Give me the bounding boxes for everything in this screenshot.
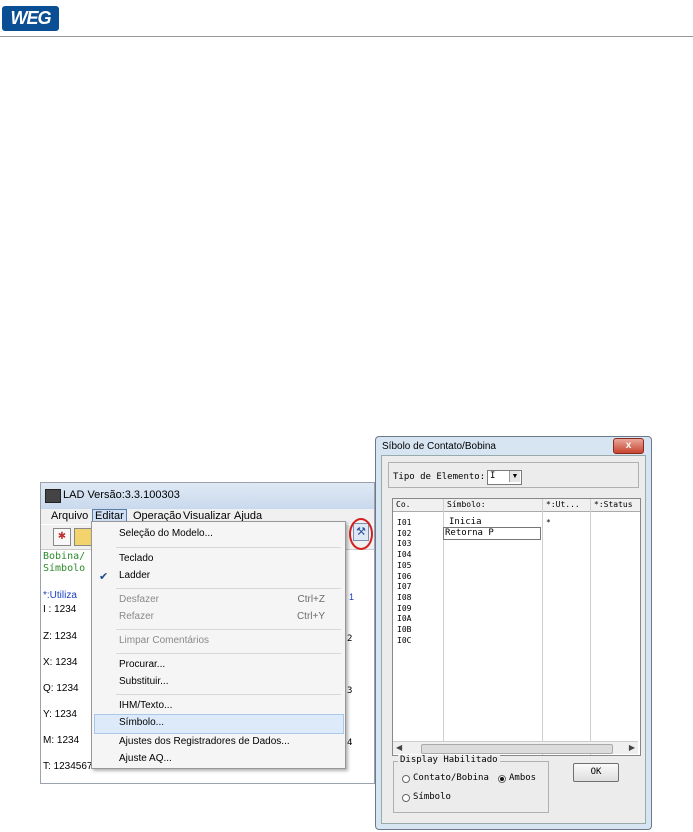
lad-window-title: LAD Versão:3.3.100303 [63,489,180,501]
shortcut-desfazer: Ctrl+Z [297,594,326,605]
menu-separator [116,653,341,654]
grid-col-line [590,499,591,755]
m-row: M: 1234 [43,735,80,746]
menu-item-ajustes-registradores[interactable]: Ajustes dos Registradores de Dados... [119,736,290,747]
grid-cell-co[interactable]: I06 [397,572,411,581]
grid-col-line [542,499,543,755]
z-row: Z: 1234 [43,631,77,642]
symbol-grid: Co. Símbolo: *:Ut... *:Status I01 Inicia *… [392,498,641,756]
checkmark-icon: ✔ [99,571,109,583]
right-digit-3: 3 [347,686,353,696]
grid-cell-co[interactable]: I02 [397,529,411,538]
utiliza-label: *:Utiliza [43,590,77,601]
simbolo-label: Símbolo [43,563,86,574]
chevron-down-icon[interactable]: ▼ [509,471,520,482]
menu-item-selecao[interactable]: Seleção do Modelo... [119,528,213,539]
radio-ambos-label: Ambos [509,773,537,783]
grid-cell-co[interactable]: I05 [397,561,411,570]
grid-cell-co[interactable]: I0A [397,614,411,623]
close-icon[interactable]: x [613,438,644,454]
col-header-ut[interactable]: *:Ut... [546,500,580,509]
menu-separator [116,588,341,589]
ok-button[interactable]: OK [573,763,619,782]
tipo-value: I [490,471,496,481]
editar-dropdown: Seleção do Modelo... Teclado ✔ Ladder De… [91,521,346,769]
q-row: Q: 1234 [43,683,79,694]
radio-contato-bobina[interactable] [402,775,410,783]
display-group [393,761,549,813]
horizontal-scrollbar[interactable]: ◀ ▶ [393,741,638,754]
bobina-label: Bobina/ [43,551,86,562]
menu-item-substituir[interactable]: Substituir... [119,676,168,687]
menu-item-simbolo[interactable]: Símbolo... [119,717,164,728]
grid-header: Co. Símbolo: *:Ut... *:Status [393,499,640,512]
radio-simbolo-label: Símbolo [413,792,451,802]
menu-item-teclado[interactable]: Teclado [119,553,153,564]
menu-separator [116,629,341,630]
grid-cell-symbol[interactable]: Inicia [449,517,482,527]
open-folder-icon[interactable] [74,528,92,546]
highlight-circle [349,518,373,550]
col-header-co[interactable]: Co. [396,500,410,509]
radio-contato-label: Contato/Bobina [413,773,489,783]
app-icon [45,489,61,503]
menu-item-ihm[interactable]: IHM/Texto... [119,700,172,711]
grid-cell-ut[interactable]: * [546,518,551,527]
tipo-label: Tipo de Elemento: [393,472,486,482]
weg-logo: WEG [2,6,59,31]
right-digit-1: 1 [349,592,355,602]
col-header-simbolo[interactable]: Símbolo: [447,500,486,509]
header-rule [0,36,693,37]
i-row: I : 1234 [43,604,77,615]
lad-title-bar: LAD Versão:3.3.100303 [41,483,374,509]
grid-cell-co[interactable]: I0B [397,625,411,634]
grid-cell-co[interactable]: I0C [397,636,411,645]
menu-separator [116,694,341,695]
dialog-title: Síbolo de Contato/Bobina [382,441,496,452]
grid-cell-co[interactable]: I04 [397,550,411,559]
grid-cell-co[interactable]: I07 [397,582,411,591]
y-row: Y: 1234 [43,709,77,720]
menu-arquivo[interactable]: Arquivo [51,510,88,522]
x-row: X: 1234 [43,657,78,668]
menu-item-refazer[interactable]: Refazer [119,611,154,622]
radio-simbolo[interactable] [402,794,410,802]
grid-cell-co[interactable]: I09 [397,604,411,613]
grid-cell-co[interactable]: I03 [397,539,411,548]
menu-item-desfazer[interactable]: Desfazer [119,594,159,605]
display-group-label: Display Habilitado [398,755,500,765]
menu-item-limpar[interactable]: Limpar Comentários [119,635,209,646]
scroll-right-icon[interactable]: ▶ [629,743,635,752]
menu-item-ladder[interactable]: Ladder [119,570,150,581]
grid-cell-co[interactable]: I01 [397,518,411,527]
radio-ambos[interactable] [498,775,506,783]
grid-cell-symbol[interactable]: Retorna P [445,528,494,538]
shortcut-refazer: Ctrl+Y [296,611,325,622]
right-digit-4: 4 [347,738,353,748]
right-digit-2: 2 [347,634,353,644]
scroll-left-icon[interactable]: ◀ [396,743,402,752]
menu-separator [116,547,341,548]
scroll-thumb[interactable] [421,744,613,754]
new-file-icon[interactable]: ✱ [53,528,71,546]
col-header-status[interactable]: *:Status [594,500,633,509]
menu-item-ajuste-aq[interactable]: Ajuste AQ... [119,753,172,764]
grid-cell-co[interactable]: I08 [397,593,411,602]
menu-item-procurar[interactable]: Procurar... [119,659,165,670]
